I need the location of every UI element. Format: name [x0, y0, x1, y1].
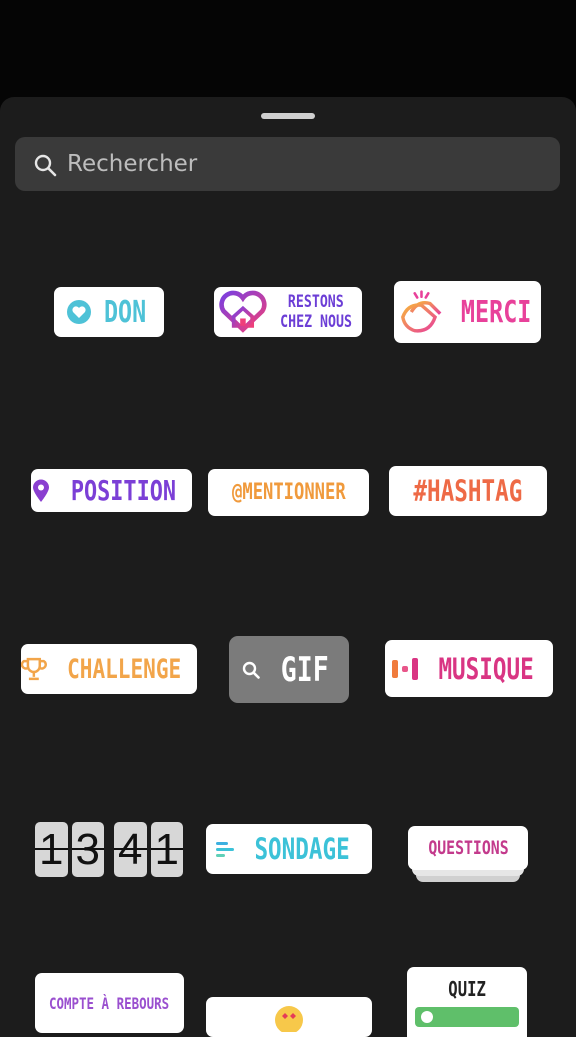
- sticker-don-label: DON: [103, 294, 147, 330]
- countdown-digit: 4: [114, 822, 147, 877]
- sticker-questions-label: QUESTIONS: [427, 837, 509, 859]
- heart-home-icon: [219, 290, 267, 333]
- countdown-digit: 3: [71, 822, 104, 877]
- sticker-quiz[interactable]: QUIZ: [407, 967, 527, 1037]
- countdown-digit: 1: [35, 822, 68, 877]
- sticker-sheet: DON RESTONS CHEZ NOUS: [0, 97, 576, 1037]
- sticker-gif[interactable]: GIF: [229, 636, 349, 703]
- sticker-gif-label: GIF: [281, 649, 329, 690]
- heart-eyes-emoji-icon: [275, 1006, 303, 1032]
- sticker-don[interactable]: DON: [54, 287, 164, 337]
- search-input[interactable]: [67, 137, 537, 191]
- sticker-challenge[interactable]: CHALLENGE: [21, 644, 197, 694]
- location-pin-icon: [33, 479, 50, 502]
- sticker-merci[interactable]: MERCI: [394, 281, 541, 343]
- sticker-mentionner[interactable]: @MENTIONNER: [208, 469, 369, 516]
- countdown-digit: 1: [150, 822, 183, 877]
- sticker-emoji-slider[interactable]: [206, 997, 372, 1037]
- search-icon: [34, 154, 57, 177]
- sticker-hashtag-label: #HASHTAG: [413, 474, 523, 508]
- questions-card: QUESTIONS: [408, 826, 528, 870]
- sticker-musique-label: MUSIQUE: [438, 651, 534, 686]
- sticker-questions[interactable]: QUESTIONS: [408, 826, 528, 886]
- sticker-mentionner-label: @MENTIONNER: [231, 480, 346, 505]
- sticker-compte-a-rebours[interactable]: COMPTE À REBOURS: [35, 973, 184, 1033]
- sticker-musique[interactable]: MUSIQUE: [385, 640, 553, 697]
- clapping-hands-icon: [401, 290, 442, 333]
- quiz-answer-bar: [415, 1007, 519, 1027]
- sheet-drag-handle[interactable]: [261, 113, 315, 119]
- sticker-challenge-label: CHALLENGE: [66, 653, 181, 685]
- sticker-compte-label: COMPTE À REBOURS: [49, 993, 170, 1013]
- trophy-icon: [21, 657, 47, 681]
- sticker-quiz-label: QUIZ: [448, 977, 486, 1001]
- search-bar[interactable]: [15, 137, 560, 191]
- sticker-countdown-clock[interactable]: 1 3 4 1: [35, 822, 183, 877]
- sticker-sondage[interactable]: SONDAGE: [206, 824, 372, 874]
- search-icon: [243, 661, 261, 679]
- sticker-position[interactable]: POSITION: [31, 469, 192, 512]
- restons-label: RESTONS CHEZ NOUS: [280, 292, 352, 332]
- sticker-sondage-label: SONDAGE: [254, 832, 350, 866]
- sticker-merci-label: MERCI: [460, 294, 532, 330]
- heart-circle-icon: [66, 300, 91, 324]
- sticker-position-label: POSITION: [70, 474, 177, 507]
- sticker-restons-chez-nous[interactable]: RESTONS CHEZ NOUS: [214, 287, 362, 337]
- sticker-hashtag[interactable]: #HASHTAG: [389, 466, 547, 516]
- music-bars-icon: [391, 657, 418, 680]
- poll-lines-icon: [215, 842, 234, 857]
